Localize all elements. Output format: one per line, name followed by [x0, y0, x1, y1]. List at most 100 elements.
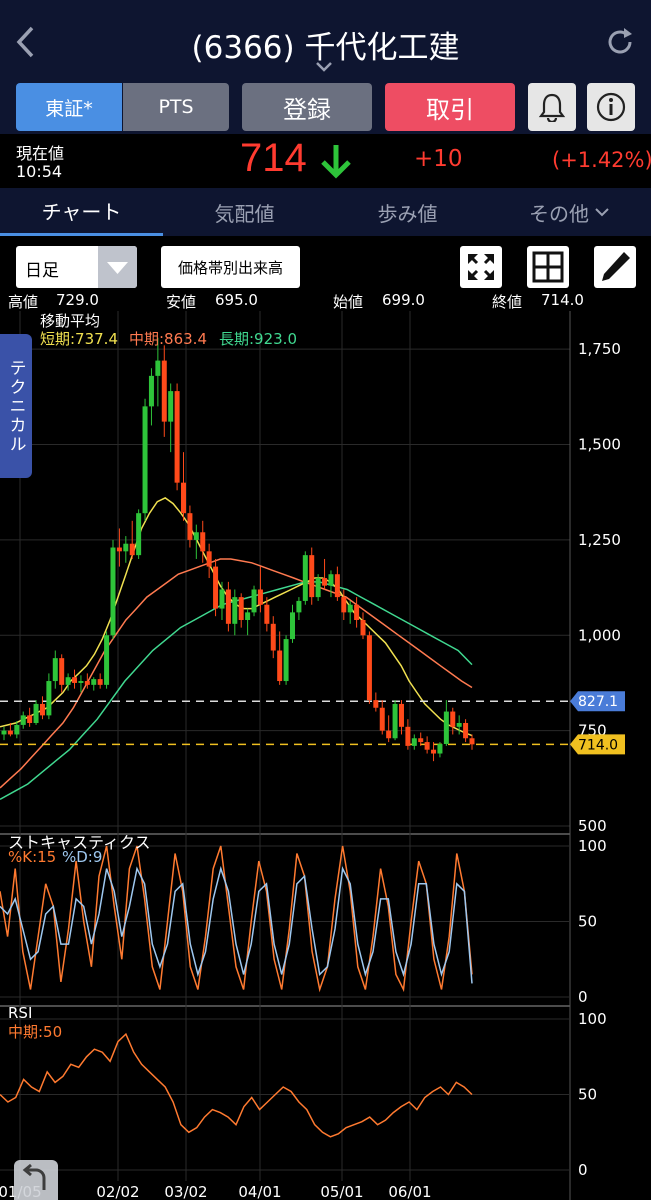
candle-body	[251, 589, 257, 613]
refresh-icon[interactable]	[602, 24, 638, 60]
candle-body	[213, 566, 219, 609]
candle-body	[78, 681, 84, 683]
tab-bar: チャート 気配値 歩み値 その他	[0, 188, 651, 236]
candle-body	[443, 711, 449, 744]
candle-body	[206, 551, 212, 567]
candle-body	[123, 543, 129, 552]
chevron-down-icon[interactable]	[314, 60, 334, 74]
fullscreen-button[interactable]	[460, 246, 502, 288]
arrow-down-icon	[321, 145, 351, 179]
candle-body	[39, 703, 45, 716]
candle-body	[270, 623, 276, 651]
volume-by-price-button[interactable]: 価格帯別出来高	[161, 246, 300, 288]
rsi-line	[0, 1032, 473, 1138]
candle-body	[20, 715, 26, 725]
tse-market-button[interactable]: 東証*	[16, 83, 122, 131]
candle-body	[469, 738, 475, 745]
ma-mid-label: 中期:863.4	[129, 330, 207, 348]
candle-body	[193, 532, 199, 540]
candle-body	[296, 600, 302, 613]
marker-price-label: 827.1	[578, 694, 618, 710]
candle-body	[65, 677, 71, 685]
candle-body	[264, 604, 270, 624]
scroll-back-button[interactable]	[14, 1160, 58, 1200]
tab-order-book[interactable]: 気配値	[163, 188, 326, 236]
candle-body	[366, 635, 372, 701]
stochastics-k-label: %K:15	[8, 848, 57, 866]
time-tick-label: 06/01	[388, 1183, 431, 1200]
candle-body	[283, 639, 289, 682]
candle-body	[200, 532, 206, 552]
draw-button[interactable]	[594, 246, 636, 288]
technical-side-tab-label: テクニカル	[5, 358, 26, 454]
technical-side-tab[interactable]: テクニカル	[0, 334, 32, 478]
info-button[interactable]	[587, 83, 635, 131]
candle-body	[257, 589, 263, 605]
open-label: 始値	[333, 293, 364, 311]
candle-body	[341, 597, 347, 613]
pencil-icon	[602, 252, 630, 281]
tab-other[interactable]: その他	[489, 188, 651, 236]
time-tick-label: 04/01	[238, 1183, 281, 1200]
candle-body	[27, 715, 33, 723]
candle-body	[354, 604, 360, 620]
open-value: 699.0	[382, 291, 425, 309]
price-change-percent: (+1.42%)	[552, 148, 651, 172]
candle-body	[238, 597, 244, 620]
action-bar: 東証* PTS 登録 取引	[0, 80, 651, 134]
period-dropdown-button[interactable]	[98, 246, 137, 288]
low-label: 安値	[166, 293, 197, 311]
rsi-tick-label: 100	[578, 1010, 607, 1028]
chart-toolbar: 日足 価格帯別出来高	[0, 236, 651, 296]
candle-body	[33, 703, 39, 723]
candle-body	[386, 730, 392, 739]
candle-body	[437, 743, 443, 754]
candle-body	[418, 738, 424, 743]
candle-body	[405, 726, 411, 746]
price-tick-label: 1,500	[578, 436, 621, 454]
candle-body	[373, 700, 379, 708]
low-value: 695.0	[215, 291, 258, 309]
tab-chart[interactable]: チャート	[0, 188, 163, 236]
stock-chart[interactable]: 1,7501,5001,2501,00075050010010050500001…	[0, 311, 651, 1200]
layout-button[interactable]	[527, 246, 569, 288]
stoch-tick-label: 0	[578, 988, 588, 1006]
alert-button[interactable]	[528, 83, 576, 131]
rsi-tick-label: 0	[578, 1161, 588, 1179]
candle-body	[84, 681, 90, 685]
candle-body	[219, 589, 225, 609]
stochastics-d-label: %D:9	[62, 848, 103, 866]
candle-body	[322, 578, 328, 586]
candle-body	[411, 738, 417, 746]
time-tick-label: 05/01	[320, 1183, 363, 1200]
candle-body	[379, 707, 385, 731]
candle-body	[14, 724, 20, 735]
candle-body	[116, 547, 122, 552]
quote-time: 10:54	[16, 162, 63, 181]
candle-body	[398, 703, 404, 727]
candle-body	[289, 612, 295, 640]
candle-body	[431, 749, 437, 754]
candle-body	[392, 703, 398, 739]
price-tick-label: 1,250	[578, 531, 621, 549]
trade-button[interactable]: 取引	[385, 83, 515, 131]
candle-body	[328, 574, 334, 586]
current-price-label: 現在値	[16, 144, 65, 163]
candle-body	[181, 482, 187, 514]
tab-other-label: その他	[529, 201, 589, 226]
candle-body	[91, 679, 97, 685]
candle-body	[52, 658, 58, 682]
register-button[interactable]: 登録	[242, 83, 372, 131]
chevron-down-icon	[595, 208, 609, 217]
pts-market-button[interactable]: PTS	[123, 83, 229, 131]
candle-body	[450, 711, 456, 727]
candle-body	[277, 650, 283, 682]
grid-icon	[532, 251, 564, 283]
candle-body	[136, 513, 142, 556]
bell-icon	[538, 93, 566, 122]
last-price-label: 714.0	[578, 737, 618, 753]
candle-body	[360, 620, 366, 636]
candle-body	[315, 578, 321, 598]
header-bar: (6366) 千代化工建	[0, 0, 651, 80]
tab-time-and-sales[interactable]: 歩み値	[326, 188, 489, 236]
